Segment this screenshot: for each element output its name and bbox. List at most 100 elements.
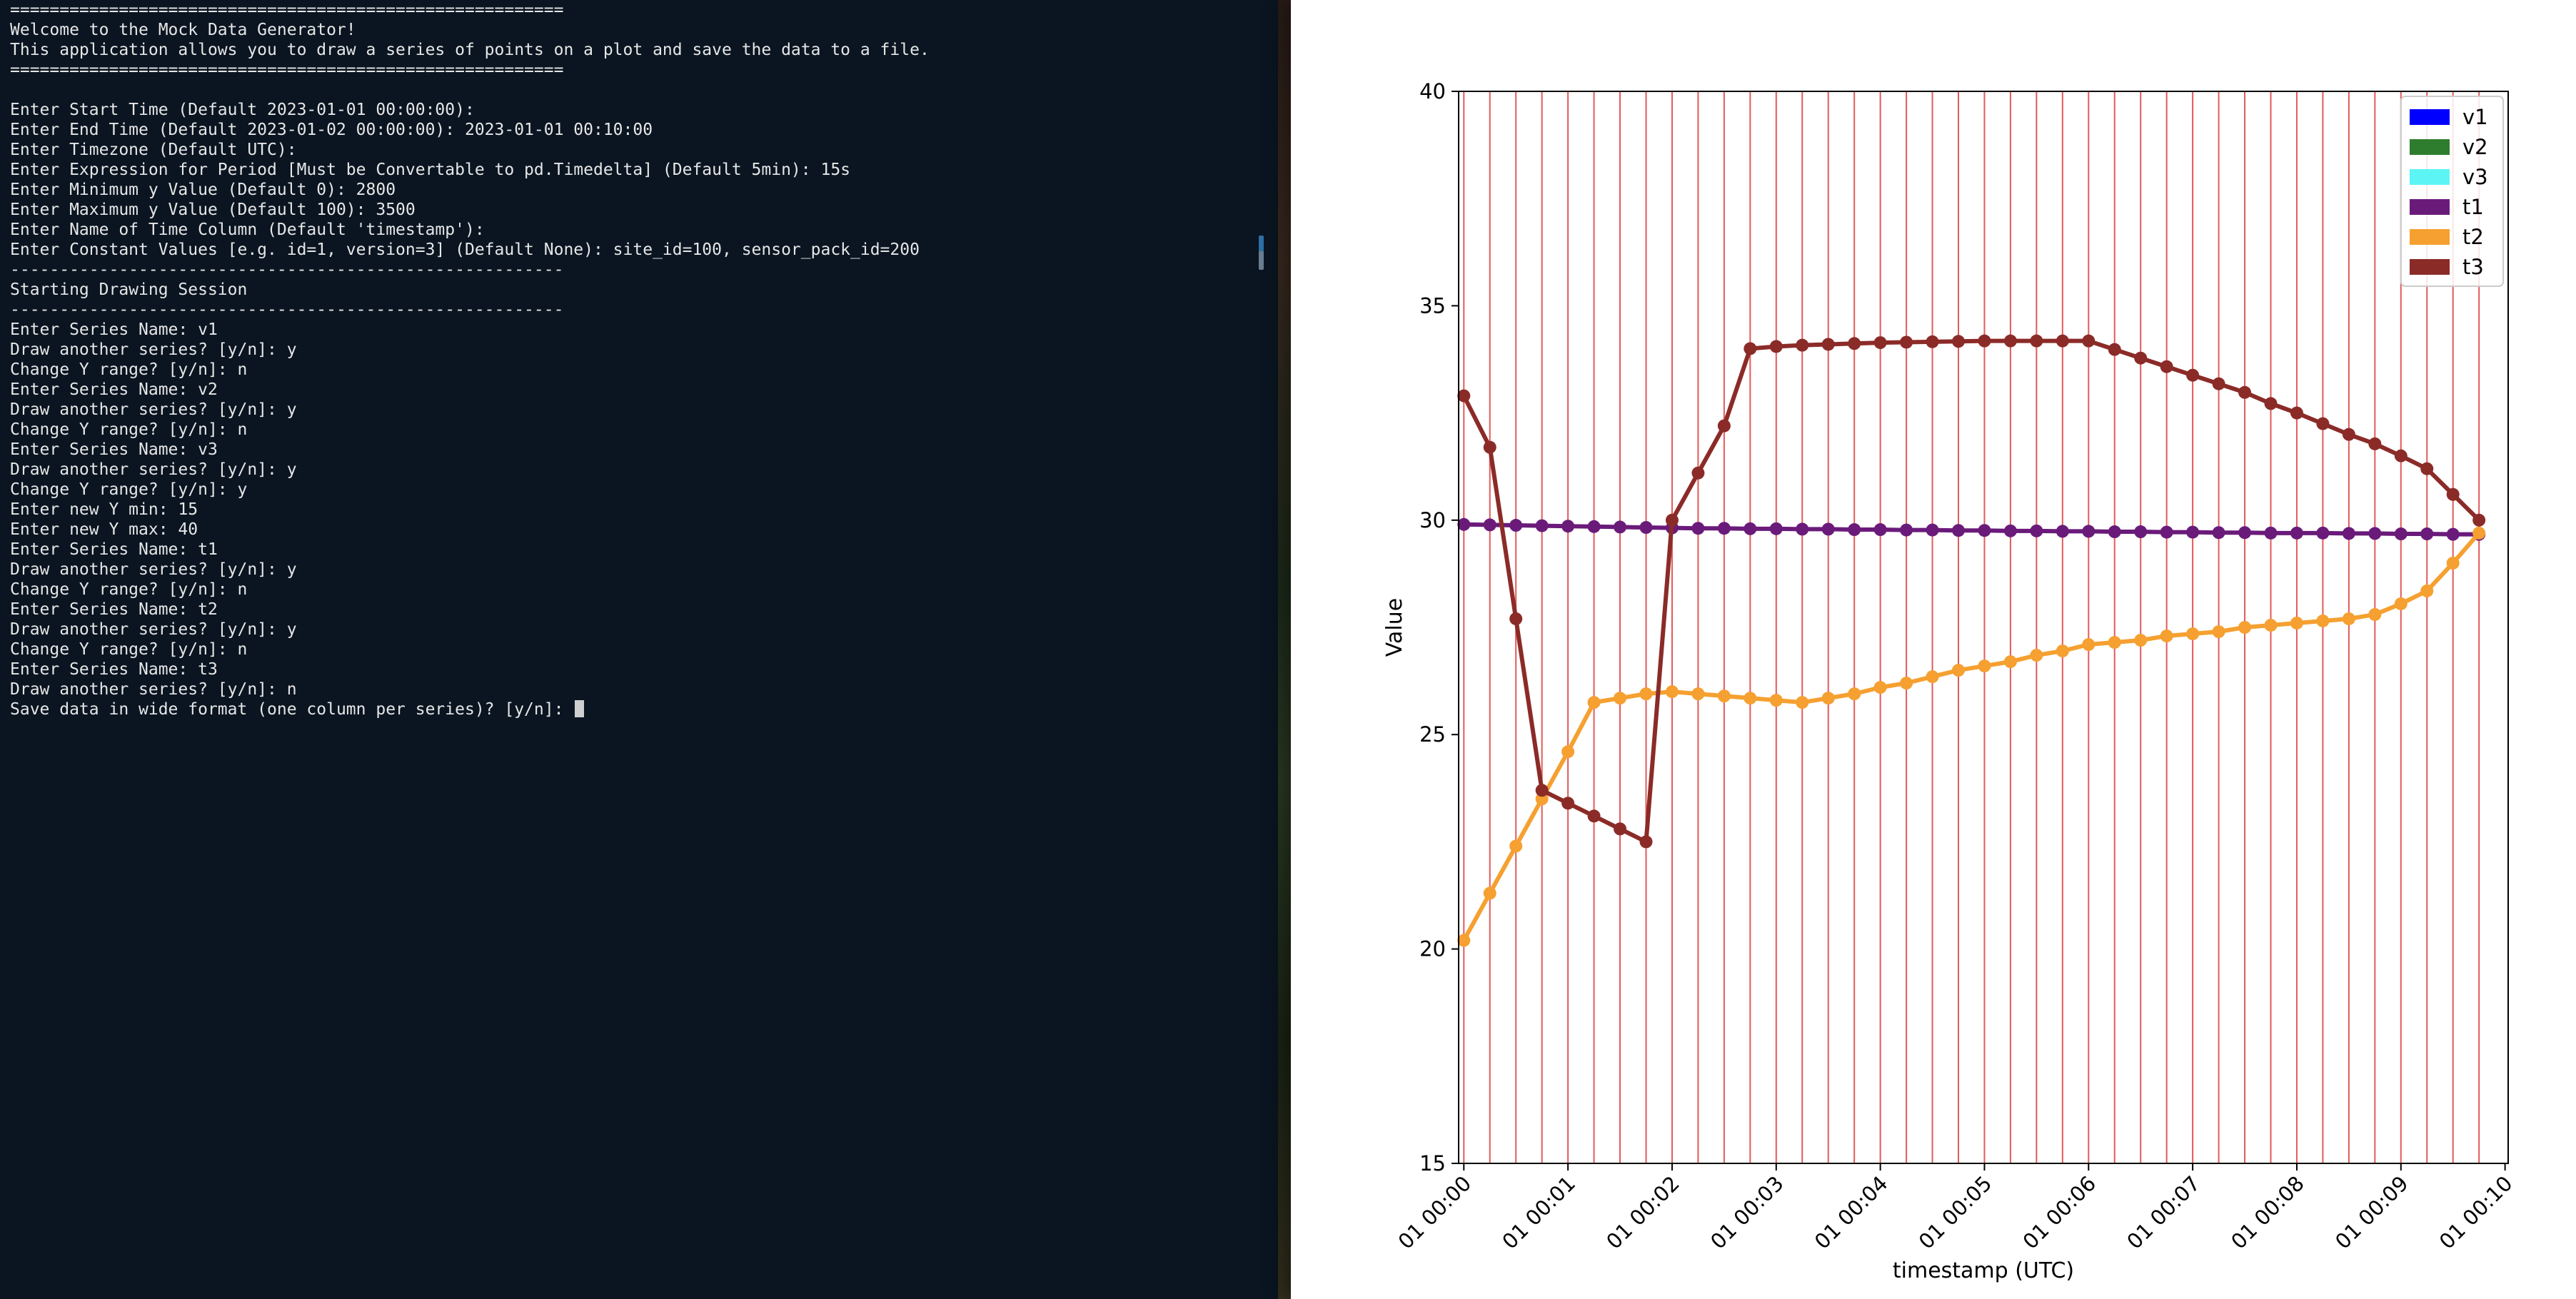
terminal-line: Enter Series Name: t2 <box>10 600 218 619</box>
terminal-scrollbar[interactable] <box>1257 0 1267 1299</box>
data-point-t3 <box>1509 612 1523 625</box>
terminal-line: Enter Minimum y Value (Default 0): 2800 <box>10 181 396 199</box>
terminal-output[interactable]: ========================================… <box>0 0 1278 719</box>
data-point-t1 <box>2082 525 2095 538</box>
data-point-t2 <box>1483 886 1496 900</box>
x-tick-label: 01 00:00 <box>1393 1171 1476 1254</box>
legend-label-t1: t1 <box>2462 195 2484 219</box>
data-point-t1 <box>1952 524 1965 537</box>
data-point-t3 <box>1561 797 1575 810</box>
data-point-t1 <box>1926 523 1939 537</box>
data-point-t1 <box>1873 523 1887 537</box>
x-tick-label: 01 00:10 <box>2435 1171 2517 1254</box>
data-point-t3 <box>2108 343 2121 356</box>
data-point-t3 <box>2264 397 2278 410</box>
data-point-t3 <box>1769 340 1783 353</box>
data-point-t3 <box>1614 822 1627 836</box>
data-point-t3 <box>2160 360 2173 373</box>
data-point-t2 <box>1796 696 1809 709</box>
terminal-line: This application allows you to draw a se… <box>10 41 930 59</box>
terminal-line: Enter Series Name: t1 <box>10 540 218 559</box>
terminal-scroll-marker <box>1259 251 1264 270</box>
legend-label-v2: v2 <box>2462 135 2488 159</box>
data-point-t2 <box>1873 681 1887 694</box>
data-point-t2 <box>2420 584 2434 597</box>
data-point-t1 <box>2420 527 2434 541</box>
data-point-t2 <box>2446 556 2460 570</box>
data-point-t1 <box>2368 527 2382 540</box>
x-axis-label: timestamp (UTC) <box>1893 1258 2074 1283</box>
data-point-t1 <box>1509 519 1523 532</box>
data-point-t2 <box>2056 645 2069 658</box>
terminal-window[interactable]: ========================================… <box>0 0 1278 1299</box>
chart[interactable]: 15 20 25 30 35 40 01 00:00 01 00:01 01 00:02 01 0… <box>1291 0 2576 1299</box>
data-point-t1 <box>1821 522 1835 536</box>
data-point-t2 <box>2108 636 2121 650</box>
data-point-t1 <box>1769 522 1783 535</box>
y-axis-label: Value <box>1382 598 1407 657</box>
terminal-line: Draw another series? [y/n]: y <box>10 400 297 419</box>
data-point-t2 <box>2394 597 2408 610</box>
data-point-t2 <box>1769 694 1783 707</box>
data-point-t1 <box>2134 525 2148 539</box>
data-point-t2 <box>2368 607 2382 621</box>
data-point-t3 <box>1483 440 1496 454</box>
data-point-t3 <box>2030 334 2043 348</box>
data-point-t3 <box>1978 334 1991 348</box>
data-point-t3 <box>2212 377 2225 390</box>
data-point-t2 <box>1848 687 1861 701</box>
terminal-line: Enter Start Time (Default 2023-01-01 00:… <box>10 101 475 119</box>
data-point-t2 <box>1691 687 1705 701</box>
data-point-t1 <box>1978 524 1991 537</box>
data-point-t3 <box>2056 334 2069 348</box>
data-point-t2 <box>1952 664 1965 677</box>
x-tick-label: 01 00:08 <box>2226 1171 2309 1254</box>
terminal-line: Enter Expression for Period [Must be Con… <box>10 161 851 179</box>
data-point-t2 <box>2238 621 2252 634</box>
terminal-line: Change Y range? [y/n]: n <box>10 420 248 439</box>
data-point-t3 <box>2316 417 2330 430</box>
data-point-t2 <box>2030 649 2043 662</box>
legend-swatch-t1 <box>2410 199 2450 215</box>
data-point-t3 <box>2394 449 2408 463</box>
terminal-line: Change Y range? [y/n]: n <box>10 580 248 599</box>
terminal-line: ----------------------------------------… <box>10 300 564 319</box>
data-point-t3 <box>1744 342 1757 355</box>
plot-area-frame <box>1458 91 2509 1164</box>
legend-swatch-v2 <box>2410 139 2450 155</box>
data-point-t3 <box>2082 334 2095 348</box>
x-tick-label: 01 00:04 <box>1810 1171 1893 1254</box>
plot-window[interactable]: 15 20 25 30 35 40 01 00:00 01 00:01 01 00:02 01 0… <box>1291 0 2576 1299</box>
data-point-t3 <box>1900 335 1913 349</box>
data-point-t1 <box>1900 523 1913 537</box>
data-point-t3 <box>1665 513 1679 527</box>
terminal-line: Starting Drawing Session <box>10 280 248 299</box>
data-point-t1 <box>2446 527 2460 541</box>
data-point-t3 <box>2420 462 2434 475</box>
data-point-t2 <box>1561 745 1575 759</box>
legend-swatch-v3 <box>2410 169 2450 185</box>
y-tick-label: 30 <box>1419 508 1446 532</box>
terminal-line: Enter Timezone (Default UTC): <box>10 141 297 159</box>
x-tick-label: 01 00:02 <box>1601 1171 1684 1254</box>
data-point-t1 <box>1483 518 1496 532</box>
data-point-t1 <box>1639 521 1653 535</box>
y-tick-label: 35 <box>1419 293 1446 318</box>
data-point-t1 <box>1717 522 1731 535</box>
data-point-t1 <box>2186 525 2200 539</box>
legend-swatch-t2 <box>2410 229 2450 245</box>
data-point-t2 <box>1587 696 1601 709</box>
data-point-t3 <box>2003 334 2017 348</box>
data-point-t3 <box>1535 784 1549 797</box>
terminal-line: Save data in wide format (one column per… <box>10 700 574 719</box>
data-point-t2 <box>2290 616 2303 630</box>
y-tick-label: 15 <box>1419 1151 1446 1176</box>
data-point-t1 <box>1796 522 1809 536</box>
data-point-t3 <box>2238 385 2252 399</box>
data-point-t1 <box>2056 525 2069 538</box>
data-point-t1 <box>1691 522 1705 535</box>
data-point-t2 <box>1639 687 1653 701</box>
data-point-t1 <box>2264 526 2278 540</box>
data-point-t2 <box>1744 692 1757 705</box>
data-point-t2 <box>1900 677 1913 690</box>
